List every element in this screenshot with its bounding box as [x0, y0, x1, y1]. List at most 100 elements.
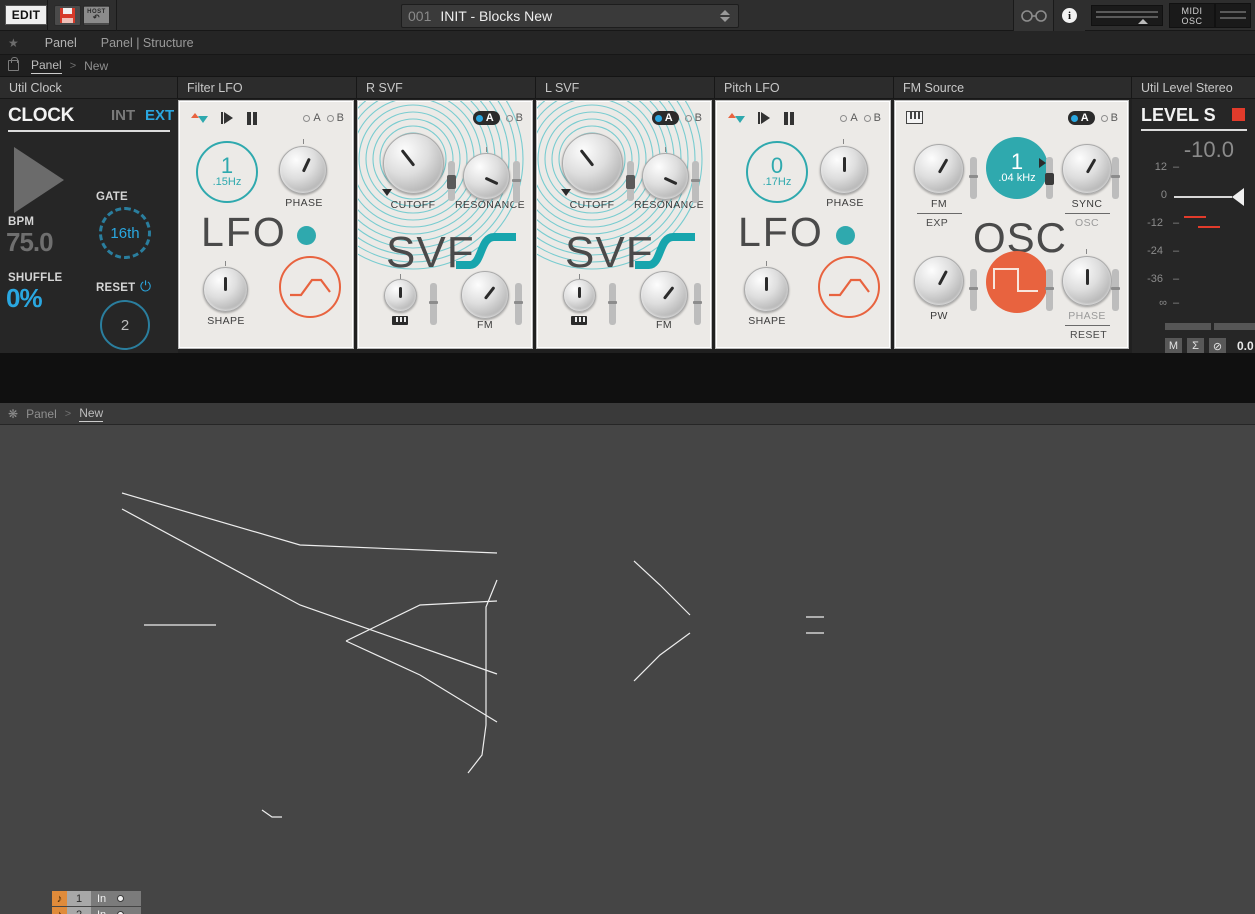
keytrack-knob[interactable]	[563, 279, 596, 312]
block-header-filter-lfo[interactable]: Filter LFO	[178, 77, 357, 99]
lfo-waveform-display[interactable]	[279, 256, 341, 318]
pw-mod-slider[interactable]	[969, 269, 978, 311]
block-header-util-clock[interactable]: Util Clock	[0, 77, 178, 99]
snapshot-a[interactable]: A	[472, 111, 500, 125]
snapshot-b[interactable]: B	[863, 112, 881, 124]
input-module-2[interactable]: ♪ 2 In	[52, 907, 141, 914]
fm-amount-knob[interactable]	[914, 144, 964, 194]
ab-switch-pitch-lfo[interactable]: A B	[840, 112, 881, 124]
breadcrumb-new[interactable]: New	[84, 59, 108, 73]
reset-mod-slider[interactable]	[1111, 269, 1120, 311]
snapshot-b[interactable]: B	[326, 112, 344, 124]
clock-int-label[interactable]: INT	[111, 107, 135, 124]
structure-canvas[interactable]: ♪ 1 In ♪ 2 In CLOCK INT EXT BPM 120.0 SH…	[0, 425, 1255, 914]
lfo-rate-knob[interactable]: 1 .15Hz	[196, 141, 258, 203]
sync-knob[interactable]	[1062, 144, 1112, 194]
snapshot-a[interactable]: A	[840, 112, 858, 124]
breadcrumb-panel[interactable]: Panel	[31, 58, 62, 74]
power-icon[interactable]: ⏻	[140, 278, 151, 295]
phase-knob[interactable]	[820, 146, 868, 194]
menu-panel[interactable]: Panel	[33, 36, 89, 50]
phase-mod-slider[interactable]	[1045, 269, 1054, 311]
reset-label[interactable]: RESET	[1070, 329, 1107, 341]
block-header-l-svf[interactable]: L SVF	[536, 77, 715, 99]
cutoff-knob[interactable]	[383, 133, 444, 194]
phase-invert-button[interactable]: ⊘	[1209, 338, 1226, 353]
edit-button[interactable]: EDIT	[5, 5, 47, 25]
snapshot-b[interactable]: B	[505, 112, 523, 124]
structure-crumb-new[interactable]: New	[79, 406, 104, 422]
pause-icon[interactable]	[784, 111, 796, 125]
mute-button[interactable]: M	[1165, 338, 1182, 353]
lock-icon[interactable]	[8, 57, 19, 71]
keytrack-mod-slider[interactable]	[429, 283, 438, 325]
keyboard-icon[interactable]	[906, 111, 923, 124]
keytrack-knob[interactable]	[384, 279, 417, 312]
resonance-mod-slider[interactable]	[512, 161, 521, 203]
pan-value[interactable]: 0.0	[1237, 339, 1254, 353]
ab-switch-r-svf[interactable]: A B	[472, 111, 523, 125]
menu-panel-structure[interactable]: Panel | Structure	[89, 36, 206, 50]
shuffle-value[interactable]: 0%	[6, 283, 43, 314]
fm-mod-slider[interactable]	[969, 157, 978, 199]
level-value[interactable]: -10.0	[1184, 137, 1234, 163]
keytrack-mod-slider[interactable]	[608, 283, 617, 325]
exp-label[interactable]: EXP	[926, 217, 948, 229]
lfo-transport[interactable]	[191, 111, 259, 125]
sum-button[interactable]: Σ	[1187, 338, 1204, 353]
fader-handle[interactable]	[1232, 188, 1244, 206]
chevron-updown-icon[interactable]	[720, 10, 730, 22]
filter-shape-icon[interactable]	[456, 229, 516, 271]
resonance-knob[interactable]	[463, 153, 510, 200]
fm-knob[interactable]	[640, 271, 688, 319]
sync-mod-slider[interactable]	[1111, 157, 1120, 199]
cutoff-mod-slider[interactable]	[626, 161, 635, 201]
sync-arrows-icon[interactable]	[728, 112, 746, 124]
phase-knob[interactable]	[279, 146, 327, 194]
host-sync-button[interactable]: HOST ↶	[83, 4, 110, 26]
lfo-unipolar-toggle[interactable]	[836, 226, 855, 245]
info-button[interactable]: i	[1053, 0, 1085, 31]
phase-knob[interactable]	[1062, 256, 1112, 306]
level-buttons[interactable]: M Σ ⊘ 0.0	[1165, 338, 1254, 353]
shape-knob[interactable]	[744, 267, 789, 312]
osc-waveform-display[interactable]	[986, 251, 1048, 313]
block-header-util-level-stereo[interactable]: Util Level Stereo	[1132, 77, 1255, 99]
preset-selector[interactable]: 001 INIT - Blocks New	[401, 4, 739, 28]
sync-arrows-icon[interactable]	[191, 112, 209, 124]
snapshot-a[interactable]: A	[651, 111, 679, 125]
star-icon[interactable]: ★	[8, 36, 19, 50]
snapshot-b[interactable]: B	[1100, 112, 1118, 124]
clip-indicator[interactable]	[1232, 108, 1245, 121]
resonance-knob[interactable]	[642, 153, 689, 200]
structure-crumb-panel[interactable]: Panel	[26, 407, 57, 421]
clock-ext-label[interactable]: EXT	[145, 107, 174, 124]
sun-icon[interactable]: ❋	[8, 407, 18, 421]
pan-bars[interactable]	[1165, 323, 1255, 330]
play-icon[interactable]	[221, 111, 235, 125]
resonance-mod-slider[interactable]	[691, 161, 700, 203]
shape-knob[interactable]	[203, 267, 248, 312]
block-header-pitch-lfo[interactable]: Pitch LFO	[715, 77, 894, 99]
filter-shape-icon[interactable]	[635, 229, 695, 271]
reset-knob[interactable]: 2	[100, 300, 150, 350]
block-header-r-svf[interactable]: R SVF	[357, 77, 536, 99]
gate-knob[interactable]: 16th	[99, 207, 151, 259]
cutoff-mod-slider[interactable]	[447, 161, 456, 201]
ab-switch-l-svf[interactable]: A B	[651, 111, 702, 125]
fm-mod-slider[interactable]	[514, 283, 523, 325]
play-icon[interactable]	[758, 111, 772, 125]
lfo-unipolar-toggle[interactable]	[297, 226, 316, 245]
view-toggle-button[interactable]	[1013, 0, 1053, 31]
save-button[interactable]	[54, 4, 81, 26]
ab-switch-filter-lfo[interactable]: A B	[303, 112, 344, 124]
snapshot-a[interactable]: A	[303, 112, 321, 124]
lfo-rate-knob[interactable]: 0 .17Hz	[746, 141, 808, 203]
pause-icon[interactable]	[247, 111, 259, 125]
fader-track[interactable]	[1174, 196, 1232, 198]
snapshot-b[interactable]: B	[684, 112, 702, 124]
pw-knob[interactable]	[914, 256, 964, 306]
pitch-mod-slider[interactable]	[1045, 157, 1054, 199]
cutoff-knob[interactable]	[562, 133, 623, 194]
ab-switch-fm-source[interactable]: A B	[1067, 111, 1118, 125]
